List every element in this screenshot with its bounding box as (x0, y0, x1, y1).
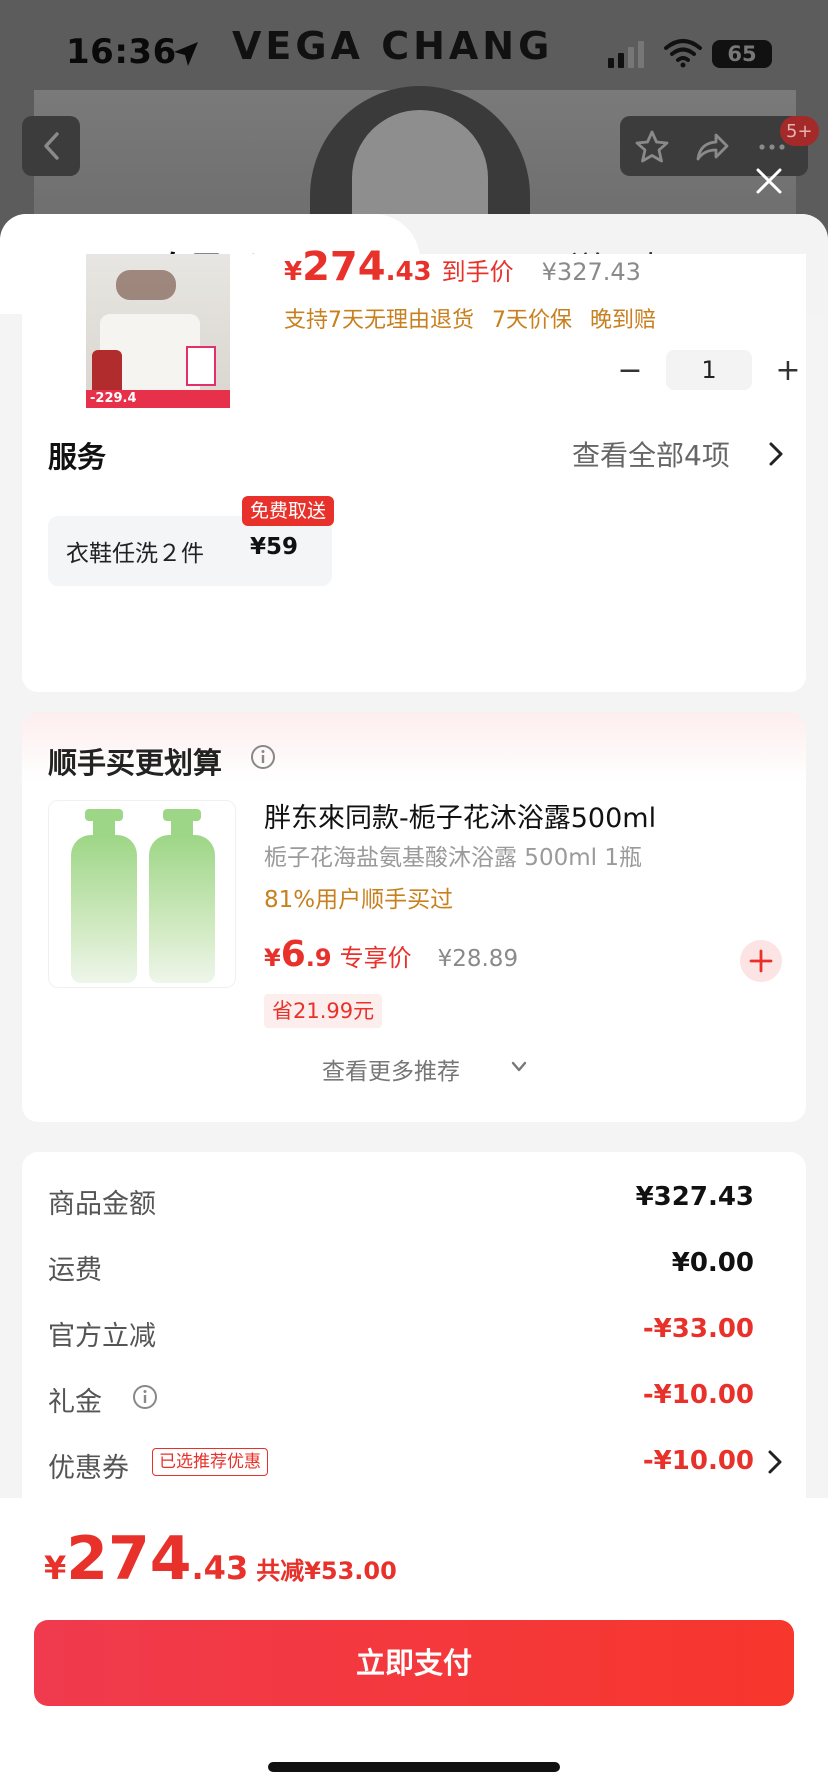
total-currency: ¥ (44, 1549, 67, 1587)
service-title: 服务 (48, 440, 107, 474)
share-icon[interactable] (694, 129, 730, 165)
status-time: 16:36 (66, 32, 177, 72)
star-icon[interactable] (634, 129, 670, 165)
price-integer: 274 (302, 244, 386, 290)
chevron-right-icon[interactable] (764, 440, 788, 468)
info-icon[interactable] (132, 1384, 158, 1410)
product-card: -229.4 ¥274.43 到手价 ¥327.43 支持7天无理由退货 7天价保 晚到… (0, 244, 828, 692)
wifi-icon (664, 39, 702, 68)
home-indicator (268, 1762, 560, 1772)
summary-row-coupon[interactable]: 优惠券 已选推荐优惠 -¥10.00 (48, 1446, 754, 1486)
chevron-down-icon[interactable] (510, 1060, 528, 1074)
summary-label: 商品金额 (48, 1189, 156, 1220)
addon-price-decimal: .9 (305, 944, 332, 972)
total-price: ¥274.43 共减¥53.00 (44, 1524, 397, 1594)
total-saved: 共减¥53.00 (256, 1557, 397, 1585)
addon-product-spec: 栀子花海盐氨基酸沐浴露 500ml 1瓶 (264, 845, 642, 871)
view-more-recommendations[interactable]: 查看更多推荐 (322, 1052, 460, 1086)
addon-price-integer: 6 (280, 934, 306, 975)
summary-row-official-discount: 官方立减 -¥33.00 (48, 1314, 754, 1354)
guarantee-late-comp: 晚到赔 (590, 308, 657, 333)
message-badge: 5+ (780, 116, 819, 146)
quantity-increase-button[interactable]: + (770, 353, 806, 388)
coupon-selected-tag: 已选推荐优惠 (152, 1448, 268, 1476)
addon-recommendation-card: 顺手买更划算 胖东來同款-栀子花沐浴露500ml 栀子花海盐氨基酸沐浴露 500… (22, 712, 806, 1122)
summary-value: ¥327.43 (635, 1182, 754, 1212)
product-image-glasses (116, 270, 176, 300)
summary-value: -¥10.00 (642, 1446, 754, 1476)
price-type-label: 到手价 (441, 258, 514, 286)
product-image-price-bar: -229.4 (86, 390, 230, 408)
product-price: ¥274.43 到手价 ¥327.43 (284, 244, 641, 290)
price-currency: ¥ (284, 257, 303, 287)
pay-now-button[interactable]: 立即支付 (34, 1620, 794, 1706)
addon-original-price: ¥28.89 (437, 946, 519, 972)
guarantee-price-protect: 7天价保 (492, 308, 572, 333)
product-image[interactable]: -229.4 (86, 254, 230, 408)
summary-value: ¥0.00 (671, 1248, 754, 1278)
summary-label: 官方立减 (48, 1321, 156, 1352)
quantity-stepper: − 1 + (612, 350, 806, 390)
original-price: ¥327.43 (541, 258, 641, 286)
product-card-body: -229.4 ¥274.43 到手价 ¥327.43 支持7天无理由退货 7天价保 晚到… (22, 244, 806, 692)
service-option-laundry[interactable]: 衣鞋任洗２件 ¥59 (48, 516, 332, 586)
checkout-bottom-bar: ¥274.43 共减¥53.00 立即支付 (0, 1498, 828, 1792)
summary-value: -¥33.00 (642, 1314, 754, 1344)
status-carrier: VEGA CHANG (232, 24, 554, 68)
service-option-price: ¥59 (250, 534, 299, 560)
close-icon[interactable] (752, 164, 786, 198)
bottle-right (149, 809, 215, 983)
service-badge: 免费取送 (242, 496, 335, 526)
guarantee-return: 支持7天无理由退货 (284, 308, 474, 333)
product-image-price-label: -229.4 (90, 391, 137, 406)
summary-row-goods: 商品金额 ¥327.43 (48, 1182, 754, 1222)
chevron-left-icon (44, 132, 59, 160)
price-summary-card: 商品金额 ¥327.43 运费 ¥0.00 官方立减 -¥33.00 礼金 -¥… (22, 1152, 806, 1512)
chevron-right-icon[interactable] (764, 1448, 786, 1476)
price-decimal: .43 (385, 257, 432, 287)
guarantee-list: 支持7天无理由退货 7天价保 晚到赔 (284, 302, 674, 334)
addon-price-type: 专享价 (339, 944, 412, 972)
back-button[interactable] (22, 116, 80, 176)
summary-row-shipping: 运费 ¥0.00 (48, 1248, 754, 1288)
signal-icon (608, 41, 644, 68)
bottle-left (71, 809, 137, 983)
addon-price-currency: ¥ (264, 944, 281, 972)
total-integer: 274 (66, 1524, 192, 1594)
quantity-decrease-button[interactable]: − (612, 353, 648, 388)
addon-title: 顺手买更划算 (48, 746, 223, 780)
add-to-order-button[interactable] (740, 940, 782, 982)
product-image-tag (186, 346, 216, 386)
quantity-value[interactable]: 1 (666, 350, 752, 390)
summary-label: 运费 (48, 1255, 102, 1286)
service-view-all-link[interactable]: 查看全部4项 (572, 434, 730, 474)
summary-row-gift-money: 礼金 -¥10.00 (48, 1380, 754, 1420)
location-arrow-icon (174, 42, 198, 66)
addon-product-name[interactable]: 胖东來同款-栀子花沐浴露500ml (264, 796, 656, 835)
addon-price: ¥6.9 专享价 ¥28.89 (264, 934, 518, 975)
service-option-name: 衣鞋任洗２件 (66, 541, 204, 567)
summary-value: -¥10.00 (642, 1380, 754, 1410)
info-icon[interactable] (250, 744, 276, 770)
total-decimal: .43 (191, 1549, 249, 1587)
addon-product-image[interactable] (48, 800, 236, 988)
addon-savings-badge: 省21.99元 (264, 994, 383, 1028)
summary-label: 优惠券 (48, 1453, 129, 1484)
addon-social-proof: 81%用户顺手买过 (264, 887, 454, 913)
summary-label: 礼金 (48, 1387, 102, 1418)
battery-icon: 65 (712, 40, 772, 68)
